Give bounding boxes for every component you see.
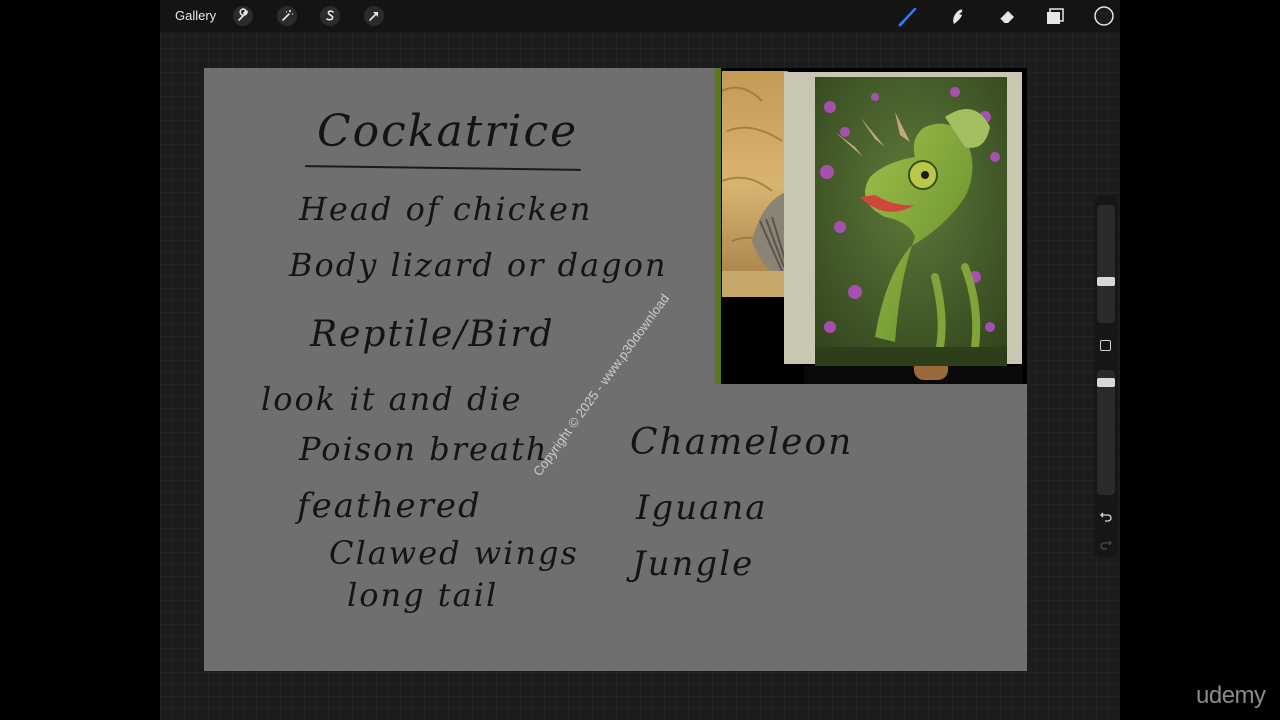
note-line: Reptile/Bird [310, 314, 555, 355]
modify-button[interactable] [1100, 340, 1111, 351]
note-line: Clawed wings [329, 534, 579, 572]
note-line: Iguana [636, 488, 768, 528]
procreate-app: Gallery Cockatrice Head of chicken Body … [160, 0, 1120, 720]
title-underline-stroke [304, 165, 582, 171]
opacity-slider[interactable] [1097, 370, 1115, 495]
brush-size-slider[interactable] [1097, 205, 1115, 323]
transform-arrow-icon[interactable] [363, 5, 385, 27]
note-line: look it and die [261, 380, 523, 418]
note-line: Jungle [632, 544, 755, 584]
note-line: Body lizard or dagon [289, 246, 668, 284]
photo-strip [804, 366, 1022, 384]
brush-icon[interactable] [897, 5, 919, 27]
note-line: Head of chicken [299, 190, 593, 228]
note-title: Cockatrice [317, 106, 579, 157]
chameleon-photo[interactable] [815, 77, 1007, 367]
wrench-icon[interactable] [232, 5, 254, 27]
selection-icon[interactable] [319, 5, 341, 27]
note-line: Chameleon [630, 422, 854, 463]
magic-wand-icon[interactable] [276, 5, 298, 27]
opacity-thumb[interactable] [1097, 378, 1115, 387]
smudge-icon[interactable] [946, 5, 968, 27]
undo-icon[interactable] [1099, 509, 1113, 523]
bird-photo[interactable] [722, 71, 788, 297]
redo-icon[interactable] [1099, 537, 1113, 551]
top-toolbar: Gallery [160, 0, 1120, 32]
note-line: long tail [347, 576, 499, 614]
color-swatch-icon[interactable] [1093, 5, 1115, 27]
layers-icon[interactable] [1044, 5, 1066, 27]
note-line: Poison breath [299, 430, 549, 468]
note-line: feathered [297, 486, 482, 526]
brush-size-thumb[interactable] [1097, 277, 1115, 286]
gallery-button[interactable]: Gallery [175, 8, 216, 23]
udemy-logo: udemy [1196, 682, 1266, 709]
sidebar-controls [1094, 195, 1118, 557]
eraser-icon[interactable] [996, 5, 1018, 27]
